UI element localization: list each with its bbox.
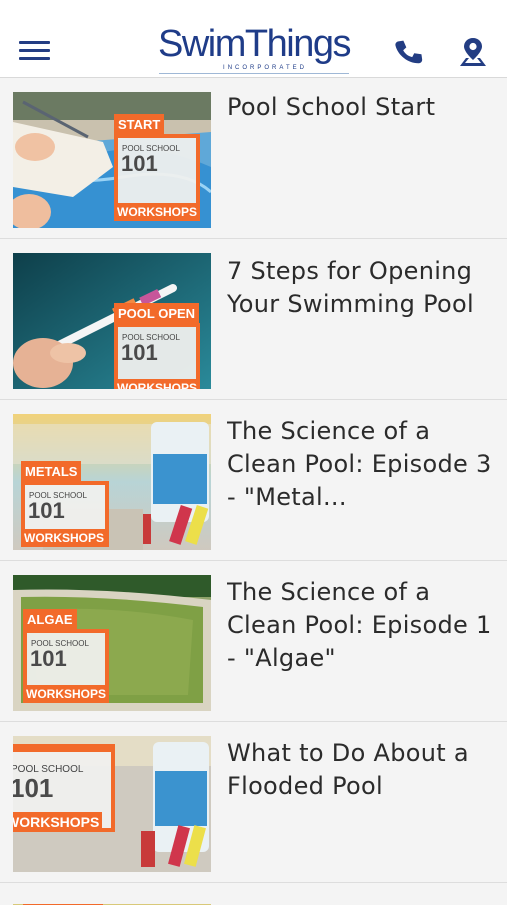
logo-text: SwimThings bbox=[158, 23, 351, 65]
workshop-badge: START POOL SCHOOL 101 WORKSHOPS bbox=[114, 114, 201, 221]
workshop-badge: METALS POOL SCHOOL 101 WORKSHOPS bbox=[21, 461, 109, 547]
workshop-badge: ALGAE POOL SCHOOL 101 WORKSHOPS bbox=[23, 609, 110, 703]
list-item[interactable]: POOL SCHOOL 101 WORKSHOPS What to Do Abo… bbox=[0, 723, 507, 883]
swimthings-logo[interactable]: SwimThings INCORPORATED bbox=[157, 22, 351, 76]
workshop-badge: POOL OPEN POOL SCHOOL 101 WORKSHOPS bbox=[114, 303, 201, 389]
phone-icon[interactable] bbox=[393, 36, 425, 68]
video-title: The Science of a Clean Pool: Episode 3 -… bbox=[227, 417, 492, 511]
map-pin-icon[interactable] bbox=[457, 36, 489, 68]
list-item[interactable]: METALS POOL SCHOOL 101 WORKSHOPS The Sci… bbox=[0, 401, 507, 561]
app-header: SwimThings INCORPORATED bbox=[0, 0, 507, 78]
list-item[interactable]: ALGAE POOL SCHOOL 101 WORKSHOPS The Scie… bbox=[0, 562, 507, 722]
hamburger-menu-icon[interactable] bbox=[19, 39, 50, 63]
video-title: The Science of a Clean Pool: Episode 1 -… bbox=[227, 578, 492, 672]
workshop-badge: POOL SCHOOL 101 WORKSHOPS bbox=[13, 744, 115, 832]
video-title: 7 Steps for Opening Your Swimming Pool bbox=[227, 257, 474, 318]
video-thumbnail: POOL SCHOOL 101 WORKSHOPS bbox=[13, 736, 211, 872]
video-title: What to Do About a Flooded Pool bbox=[227, 739, 469, 800]
logo-subtitle: INCORPORATED bbox=[223, 65, 307, 71]
list-item[interactable] bbox=[0, 884, 507, 905]
video-title: Pool School Start bbox=[227, 93, 436, 121]
video-thumbnail: METALS POOL SCHOOL 101 WORKSHOPS bbox=[13, 414, 211, 550]
video-thumbnail: ALGAE POOL SCHOOL 101 WORKSHOPS bbox=[13, 575, 211, 711]
video-thumbnail bbox=[13, 897, 211, 905]
video-thumbnail: POOL OPEN POOL SCHOOL 101 WORKSHOPS bbox=[13, 253, 211, 389]
list-item[interactable]: POOL OPEN POOL SCHOOL 101 WORKSHOPS 7 St… bbox=[0, 240, 507, 400]
video-thumbnail: START POOL SCHOOL 101 WORKSHOPS bbox=[13, 92, 211, 228]
list-item[interactable]: START POOL SCHOOL 101 WORKSHOPS Pool Sch… bbox=[0, 79, 507, 239]
